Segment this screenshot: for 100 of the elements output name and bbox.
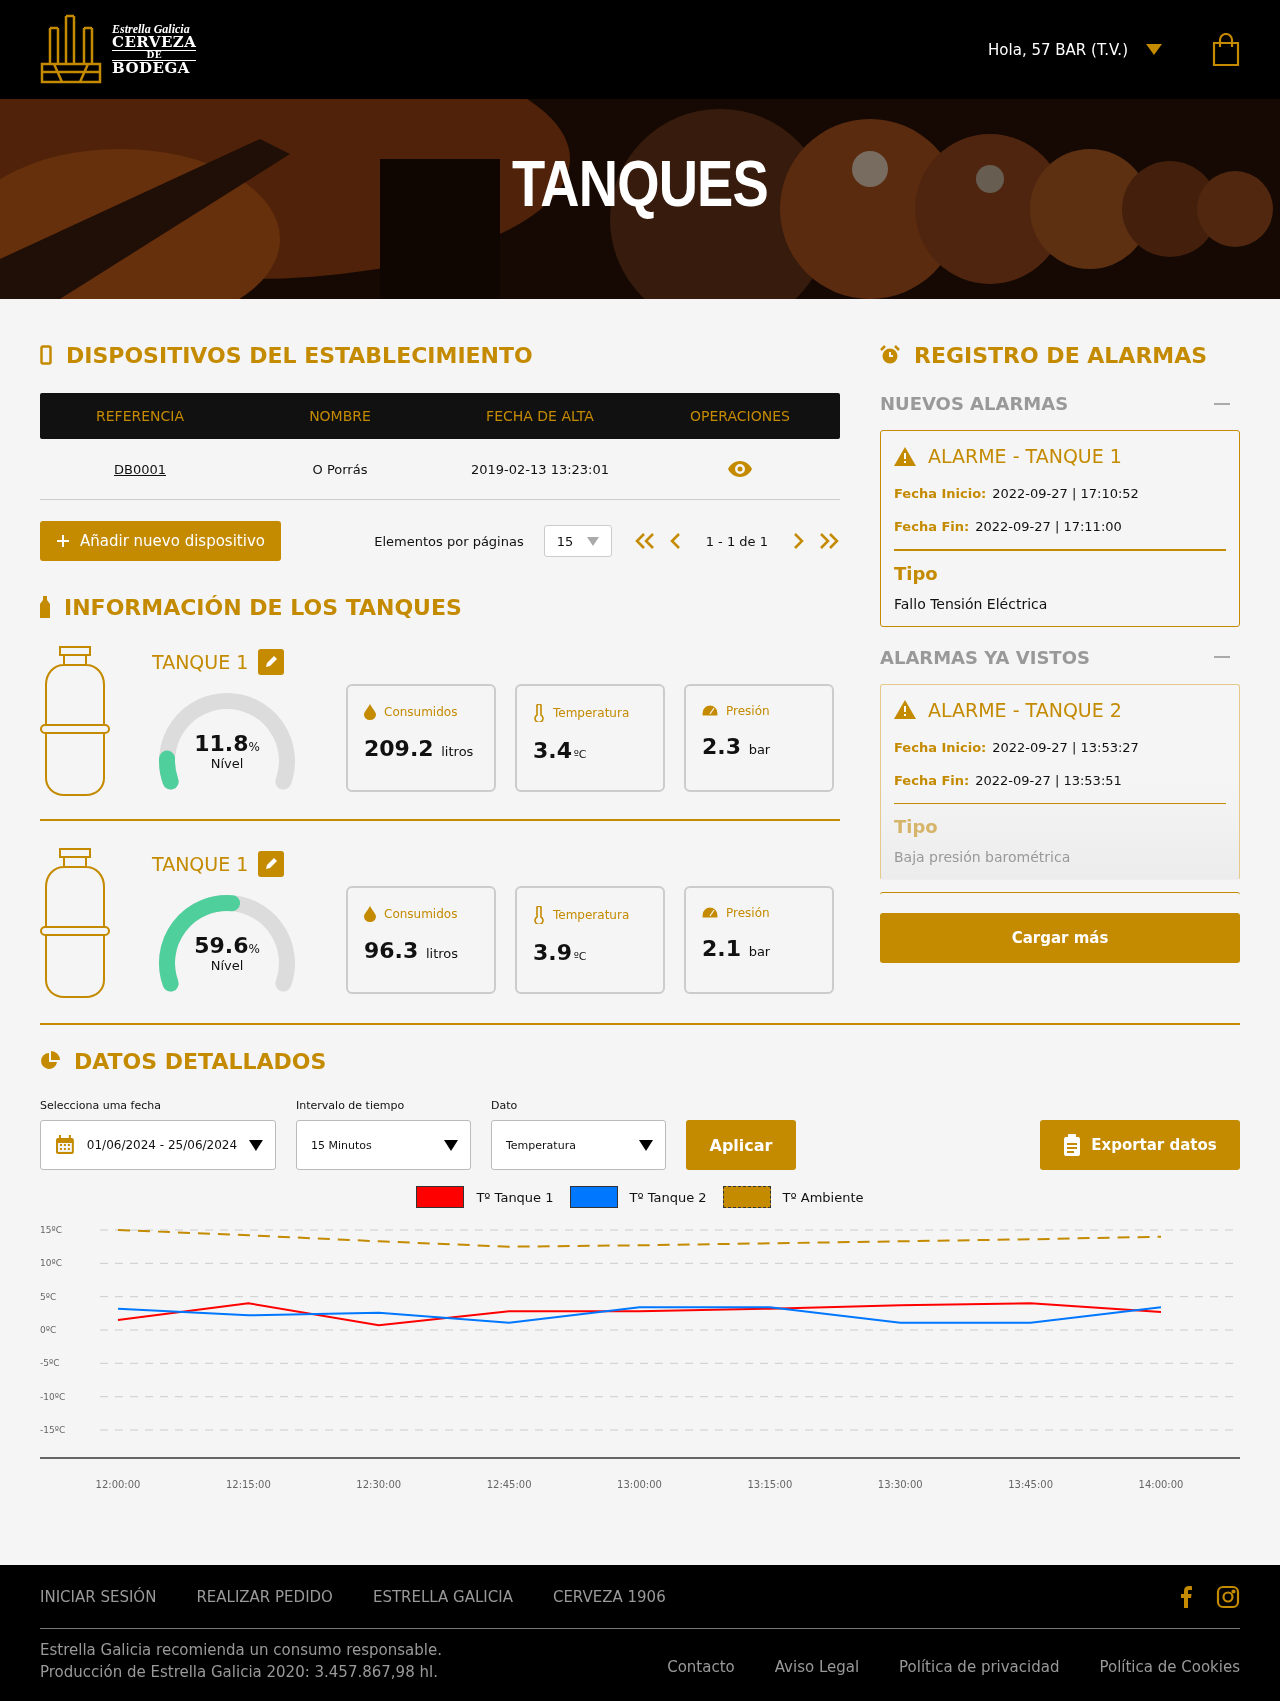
caret-icon[interactable] xyxy=(1146,44,1162,55)
level-label: Nível xyxy=(210,756,244,771)
facebook-icon[interactable] xyxy=(1180,1585,1192,1608)
tank-name: TANQUE 1 xyxy=(152,853,249,875)
footer-link[interactable]: CERVEZA 1906 xyxy=(552,1587,666,1606)
caret-icon xyxy=(249,1139,263,1151)
warning-icon xyxy=(894,700,916,719)
legal-link[interactable]: Contacto xyxy=(667,1658,735,1676)
section-title: INFORMACIÓN DE LOS TANQUES xyxy=(64,594,462,620)
field-value: 2022-09-27 | 13:53:27 xyxy=(992,739,1139,755)
group-title: ALARMAS YA VISTOS xyxy=(880,646,1090,668)
legend-label: Tº Ambiente xyxy=(782,1189,864,1205)
per-page-select[interactable]: 15 xyxy=(543,525,612,557)
y-tick-label: 5ºC xyxy=(40,1291,57,1302)
metric-value: 3.9 ºC xyxy=(533,940,588,965)
x-tick-label: 12:00:00 xyxy=(95,1479,141,1490)
footer-notice: Estrella Galicia recomienda un consumo responsable. xyxy=(40,1640,442,1661)
caret-icon xyxy=(444,1139,458,1151)
metric-label: Temperatura xyxy=(553,908,630,922)
metric-label: Presión xyxy=(726,906,770,920)
calendar-icon xyxy=(55,1135,75,1155)
table-cell: 2019-02-13 13:23:01 xyxy=(470,461,610,477)
last-page-icon[interactable] xyxy=(818,532,840,550)
field-label: Fecha Fin: xyxy=(894,519,970,534)
logo-word: DE xyxy=(112,50,197,61)
field-label: Fecha Fin: xyxy=(894,772,970,788)
x-tick-label: 13:15:00 xyxy=(747,1479,793,1490)
group-title: NUEVOS ALARMAS xyxy=(880,393,1069,414)
per-page-label: Elementos por páginas xyxy=(374,533,524,549)
metric-value: 96.3 litros xyxy=(364,938,460,963)
metric-label: Consumidos xyxy=(384,907,458,921)
footer-link[interactable]: INICIAR SESIÓN xyxy=(40,1587,157,1606)
filter-label: Dato xyxy=(491,1099,519,1112)
legal-link[interactable]: Aviso Legal xyxy=(774,1658,860,1676)
brand-name: Estrella Galicia xyxy=(112,23,191,35)
pie-chart-icon xyxy=(40,1051,60,1071)
legal-link[interactable]: Política de Cookies xyxy=(1099,1658,1240,1676)
column-header: NOMBRE xyxy=(308,408,372,424)
column-header: FECHA DE ALTA xyxy=(485,408,595,424)
edit-pencil-icon[interactable] xyxy=(258,851,285,877)
warning-icon xyxy=(894,446,916,466)
edit-pencil-icon[interactable] xyxy=(258,649,285,675)
section-title: REGISTRO DE ALARMAS xyxy=(914,342,1208,368)
filter-dropdown[interactable]: 15 Minutos xyxy=(296,1120,471,1170)
table-cell: O Porrás xyxy=(312,461,368,477)
gauge-icon xyxy=(702,907,718,919)
page-title: TANQUES xyxy=(511,147,769,221)
thermometer-icon xyxy=(533,906,545,924)
caret-icon xyxy=(639,1139,653,1151)
alarm-type: Fallo Tensión Eléctrica xyxy=(894,595,1049,612)
metric-label: Consumidos xyxy=(384,705,458,719)
field-value: 2022-09-27 | 17:10:52 xyxy=(992,486,1139,501)
section-title: DISPOSITIVOS DEL ESTABLECIMIENTO xyxy=(66,342,533,368)
alarm-title: ALARME - TANQUE 1 xyxy=(928,445,1122,467)
field-value: 2022-09-27 | 13:53:51 xyxy=(975,772,1122,788)
x-tick-label: 13:00:00 xyxy=(617,1479,662,1490)
alarm-clock-icon xyxy=(880,345,900,365)
metric-value: 2.3 bar xyxy=(702,734,772,759)
footer-link[interactable]: REALIZAR PEDIDO xyxy=(196,1587,333,1606)
metric-value: 3.4 ºC xyxy=(533,738,588,763)
y-tick-label: 15ºC xyxy=(40,1225,62,1235)
filter-label: Selecciona uma fecha xyxy=(40,1099,162,1112)
y-tick-label: 0ºC xyxy=(40,1325,57,1335)
metric-label: Presión xyxy=(726,704,770,718)
x-tick-label: 12:30:00 xyxy=(356,1479,402,1490)
field-value: 2022-09-27 | 17:11:00 xyxy=(975,519,1122,534)
x-tick-label: 14:00:00 xyxy=(1138,1479,1184,1490)
reference-link[interactable]: DB0001 xyxy=(114,461,166,477)
previous-page-icon[interactable] xyxy=(669,532,682,550)
first-page-icon[interactable] xyxy=(633,532,656,550)
level-label: Nível xyxy=(210,958,244,973)
legend-label: Tº Tanque 2 xyxy=(629,1189,707,1205)
level-reading: 59.6% xyxy=(194,933,260,958)
level-reading: 11.8% xyxy=(194,731,260,756)
x-tick-label: 13:30:00 xyxy=(877,1479,923,1490)
caret-icon xyxy=(586,536,599,546)
metric-label: Temperatura xyxy=(553,706,630,720)
logo-word: BODEGA xyxy=(112,61,191,76)
shopping-bag-icon[interactable] xyxy=(1212,32,1240,67)
collapse-icon[interactable] xyxy=(1214,655,1230,659)
field-label: Fecha Inicio: xyxy=(894,486,987,501)
drop-icon xyxy=(364,906,376,922)
footer-notice: Producción de Estrella Galicia 2020: 3.457.867,98 hl. xyxy=(40,1662,439,1683)
x-tick-label: 12:15:00 xyxy=(225,1479,271,1490)
field-label: Fecha Inicio: xyxy=(894,739,987,755)
filter-label: Intervalo de tiempo xyxy=(296,1099,406,1112)
legal-link[interactable]: Política de privacidad xyxy=(899,1658,1060,1676)
page-range: 1 - 1 de 1 xyxy=(705,533,768,549)
alarm-title: ALARME - TANQUE 2 xyxy=(928,698,1122,721)
filter-dropdown[interactable]: 01/06/2024 - 25/06/2024 xyxy=(40,1120,276,1170)
next-page-icon[interactable] xyxy=(792,532,804,550)
footer-link[interactable]: ESTRELLA GALICIA xyxy=(372,1587,513,1606)
x-tick-label: 13:45:00 xyxy=(1008,1479,1054,1490)
x-tick-label: 12:45:00 xyxy=(486,1479,532,1490)
view-eye-icon[interactable] xyxy=(728,461,752,477)
user-greeting[interactable]: Hola, 57 BAR (T.V.) xyxy=(988,40,1128,59)
y-tick-label: 10ºC xyxy=(40,1258,62,1269)
filter-dropdown[interactable]: Temperatura xyxy=(491,1120,666,1170)
alarm-type: Baja presión barométrica xyxy=(894,849,1072,865)
instagram-icon[interactable] xyxy=(1216,1584,1240,1609)
